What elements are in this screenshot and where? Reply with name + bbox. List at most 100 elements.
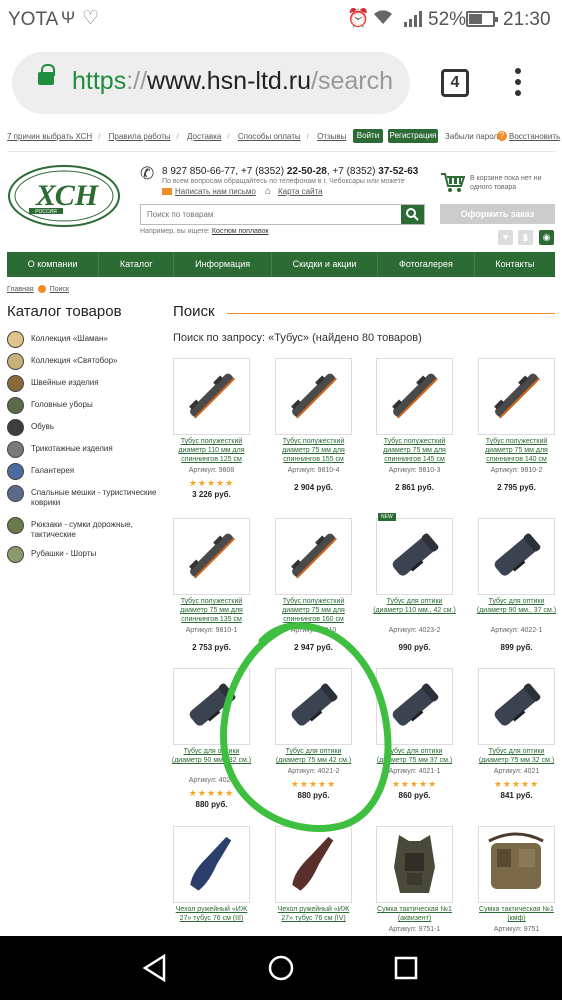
product-title-link[interactable]: Тубус для оптики (диаметр 75 мм 37 см.) bbox=[372, 747, 457, 765]
catalog-item-label: Рюкзаки - сумки дорожные, тактические bbox=[31, 520, 133, 539]
top-link[interactable]: Доставка bbox=[187, 132, 221, 141]
write-letter-link[interactable]: Написать нам письмо bbox=[175, 187, 256, 196]
browser-toolbar: https://www.hsn-ltd.ru/search 4 bbox=[0, 38, 562, 126]
category-icon bbox=[7, 463, 24, 480]
product-image[interactable] bbox=[173, 518, 250, 595]
carrier-label: YOTA bbox=[8, 9, 59, 30]
product-image[interactable] bbox=[478, 826, 555, 903]
catalog-item[interactable]: Трикотажные изделия bbox=[7, 439, 157, 461]
product-title-link[interactable]: Чехол ружейный «ИЖ 27» тубус 76 см (III) bbox=[169, 905, 254, 923]
back-icon[interactable] bbox=[142, 954, 168, 982]
product-sku: Артикул: 4021-2 bbox=[287, 768, 340, 775]
tab-switcher-button[interactable]: 4 bbox=[441, 69, 469, 97]
product-image[interactable] bbox=[478, 668, 555, 745]
product-title-link[interactable]: Тубус для оптики (диаметр 90 мм., 37 см.… bbox=[474, 597, 559, 615]
nav-gallery[interactable]: Фотогалерея bbox=[378, 252, 475, 277]
product-title-link[interactable]: Тубус для оптики (диаметр 110 мм., 42 см… bbox=[372, 597, 457, 615]
product-image[interactable] bbox=[376, 668, 453, 745]
product-title-link[interactable]: Сумка тактическая №1 (аквизент) bbox=[372, 905, 457, 923]
product-title-link[interactable]: Тубус для оптики (диаметр 90 мм., 32 см.… bbox=[169, 747, 254, 765]
product-image[interactable] bbox=[275, 358, 352, 435]
catalog-item-label: Головные уборы bbox=[31, 400, 93, 409]
top-link[interactable]: Способы оплаты bbox=[238, 132, 301, 141]
product-rating: ★★★★★ bbox=[290, 779, 337, 789]
search-hint-link[interactable]: Костюм поплавок bbox=[212, 228, 269, 235]
address-bar[interactable]: https://www.hsn-ltd.ru/search bbox=[12, 52, 410, 114]
product-image[interactable] bbox=[376, 358, 453, 435]
product-title-link[interactable]: Тубус полужесткий диаметр 75 мм для спин… bbox=[372, 437, 457, 464]
catalog-item[interactable]: Швейные изделия bbox=[7, 373, 157, 395]
catalog-item[interactable]: Коллекция «Святобор» bbox=[7, 351, 157, 373]
nav-sales[interactable]: Скидки и акции bbox=[272, 252, 379, 277]
status-bar: YOTA Ψ ♡ ⏰ 52% 21:30 bbox=[0, 0, 562, 38]
product-title-link[interactable]: Тубус полужесткий диаметр 75 мм для спин… bbox=[474, 437, 559, 464]
category-icon bbox=[7, 546, 24, 563]
product-title-link[interactable]: Тубус для оптики (диаметр 75 мм 42 см.) bbox=[271, 747, 356, 765]
search-button[interactable] bbox=[401, 205, 424, 224]
breadcrumb: Главная Поиск bbox=[7, 285, 69, 293]
product-title-link[interactable]: Тубус для оптики (диаметр 75 мм 32 см.) bbox=[474, 747, 559, 765]
checkout-button[interactable]: Оформить заказ bbox=[440, 204, 555, 224]
product-title-link[interactable]: Чехол ружейный «ИЖ 27» тубус 76 см (IV) bbox=[271, 905, 356, 923]
catalog-item[interactable]: Коллекция «Шаман» bbox=[7, 329, 157, 351]
product-title-link[interactable]: Тубус полужесткий диаметр 110 мм для спи… bbox=[169, 437, 254, 464]
browser-menu-icon[interactable] bbox=[514, 68, 522, 98]
nav-about[interactable]: О компании bbox=[7, 252, 100, 277]
catalog-item[interactable]: Спальные мешки - туристические коврики bbox=[7, 483, 157, 507]
product-image[interactable] bbox=[275, 826, 352, 903]
product-image[interactable] bbox=[376, 518, 453, 595]
product-image[interactable] bbox=[376, 826, 453, 903]
search-hint: Например, вы ищете: Костюм поплавок bbox=[140, 228, 269, 235]
top-links: 7 причин выбрать ХСН / Правила работы / До… bbox=[7, 132, 347, 141]
product-price: 2 861 руб. bbox=[395, 483, 434, 492]
restore-password-link[interactable]: Восстановить bbox=[509, 132, 560, 141]
product-title-link[interactable]: Тубус полужесткий диаметр 75 мм для спин… bbox=[271, 437, 356, 464]
product-image[interactable] bbox=[173, 358, 250, 435]
phone-numbers: 8 927 850-66-77, +7 (8352) 22-50-28, +7 … bbox=[162, 166, 419, 177]
cart-icon[interactable] bbox=[440, 171, 465, 193]
catalog-item[interactable]: Галантерея bbox=[7, 461, 157, 483]
top-link[interactable]: Правила работы bbox=[109, 132, 171, 141]
catalog-item-label: Швейные изделия bbox=[31, 378, 99, 387]
catalog-item[interactable]: Рюкзаки - сумки дорожные, тактические bbox=[7, 515, 157, 539]
catalog-item[interactable]: Головные уборы bbox=[7, 395, 157, 417]
product-title-link[interactable]: Сумка тактическая №1 (кмф) bbox=[474, 905, 559, 923]
product-title-link[interactable]: Тубус полужесткий диаметр 75 мм для спин… bbox=[169, 597, 254, 624]
favorites-icon[interactable]: ♥ bbox=[498, 230, 513, 245]
product-image[interactable] bbox=[275, 668, 352, 745]
nav-catalog[interactable]: Каталог bbox=[99, 252, 175, 277]
viewed-icon[interactable]: ◉ bbox=[539, 230, 554, 245]
product-price: 990 руб. bbox=[398, 643, 431, 652]
site-logo[interactable]: ХСН РОССИЯ bbox=[7, 164, 122, 228]
breadcrumb-current[interactable]: Поиск bbox=[50, 286, 69, 293]
breadcrumb-home[interactable]: Главная bbox=[7, 286, 34, 293]
sitemap-link[interactable]: Карта сайта bbox=[278, 187, 323, 196]
category-icon bbox=[7, 485, 24, 502]
battery-icon bbox=[466, 11, 498, 27]
product-image[interactable] bbox=[173, 668, 250, 745]
category-icon bbox=[7, 331, 24, 348]
search-input[interactable] bbox=[141, 205, 401, 224]
category-icon bbox=[7, 517, 24, 534]
nav-info[interactable]: Информация bbox=[174, 252, 272, 277]
compare-icon[interactable]: ▮ bbox=[518, 230, 533, 245]
logo-text: ХСН bbox=[35, 179, 100, 212]
url-text[interactable]: https://www.hsn-ltd.ru/search bbox=[72, 67, 393, 96]
product-sku: Артикул: 9810-2 bbox=[490, 467, 543, 474]
product-image[interactable] bbox=[173, 826, 250, 903]
top-link[interactable]: 7 причин выбрать ХСН bbox=[7, 132, 92, 141]
product-title-link[interactable]: Тубус полужесткий диаметр 75 мм для спин… bbox=[271, 597, 356, 624]
product-sku: Артикул: 9810-3 bbox=[388, 467, 441, 474]
catalog-item[interactable]: Обувь bbox=[7, 417, 157, 439]
recents-icon[interactable] bbox=[394, 956, 418, 980]
top-link[interactable]: Отзывы bbox=[317, 132, 346, 141]
catalog-item[interactable]: Рубашки - Шорты bbox=[7, 544, 157, 566]
home-icon[interactable] bbox=[267, 954, 295, 982]
nav-contacts[interactable]: Контакты bbox=[475, 252, 555, 277]
login-button[interactable]: Войти bbox=[353, 129, 383, 143]
product-image[interactable] bbox=[478, 518, 555, 595]
product-image[interactable] bbox=[275, 518, 352, 595]
register-button[interactable]: Регистрация bbox=[388, 129, 438, 143]
catalog-item-label: Трикотажные изделия bbox=[31, 444, 113, 453]
product-image[interactable] bbox=[478, 358, 555, 435]
